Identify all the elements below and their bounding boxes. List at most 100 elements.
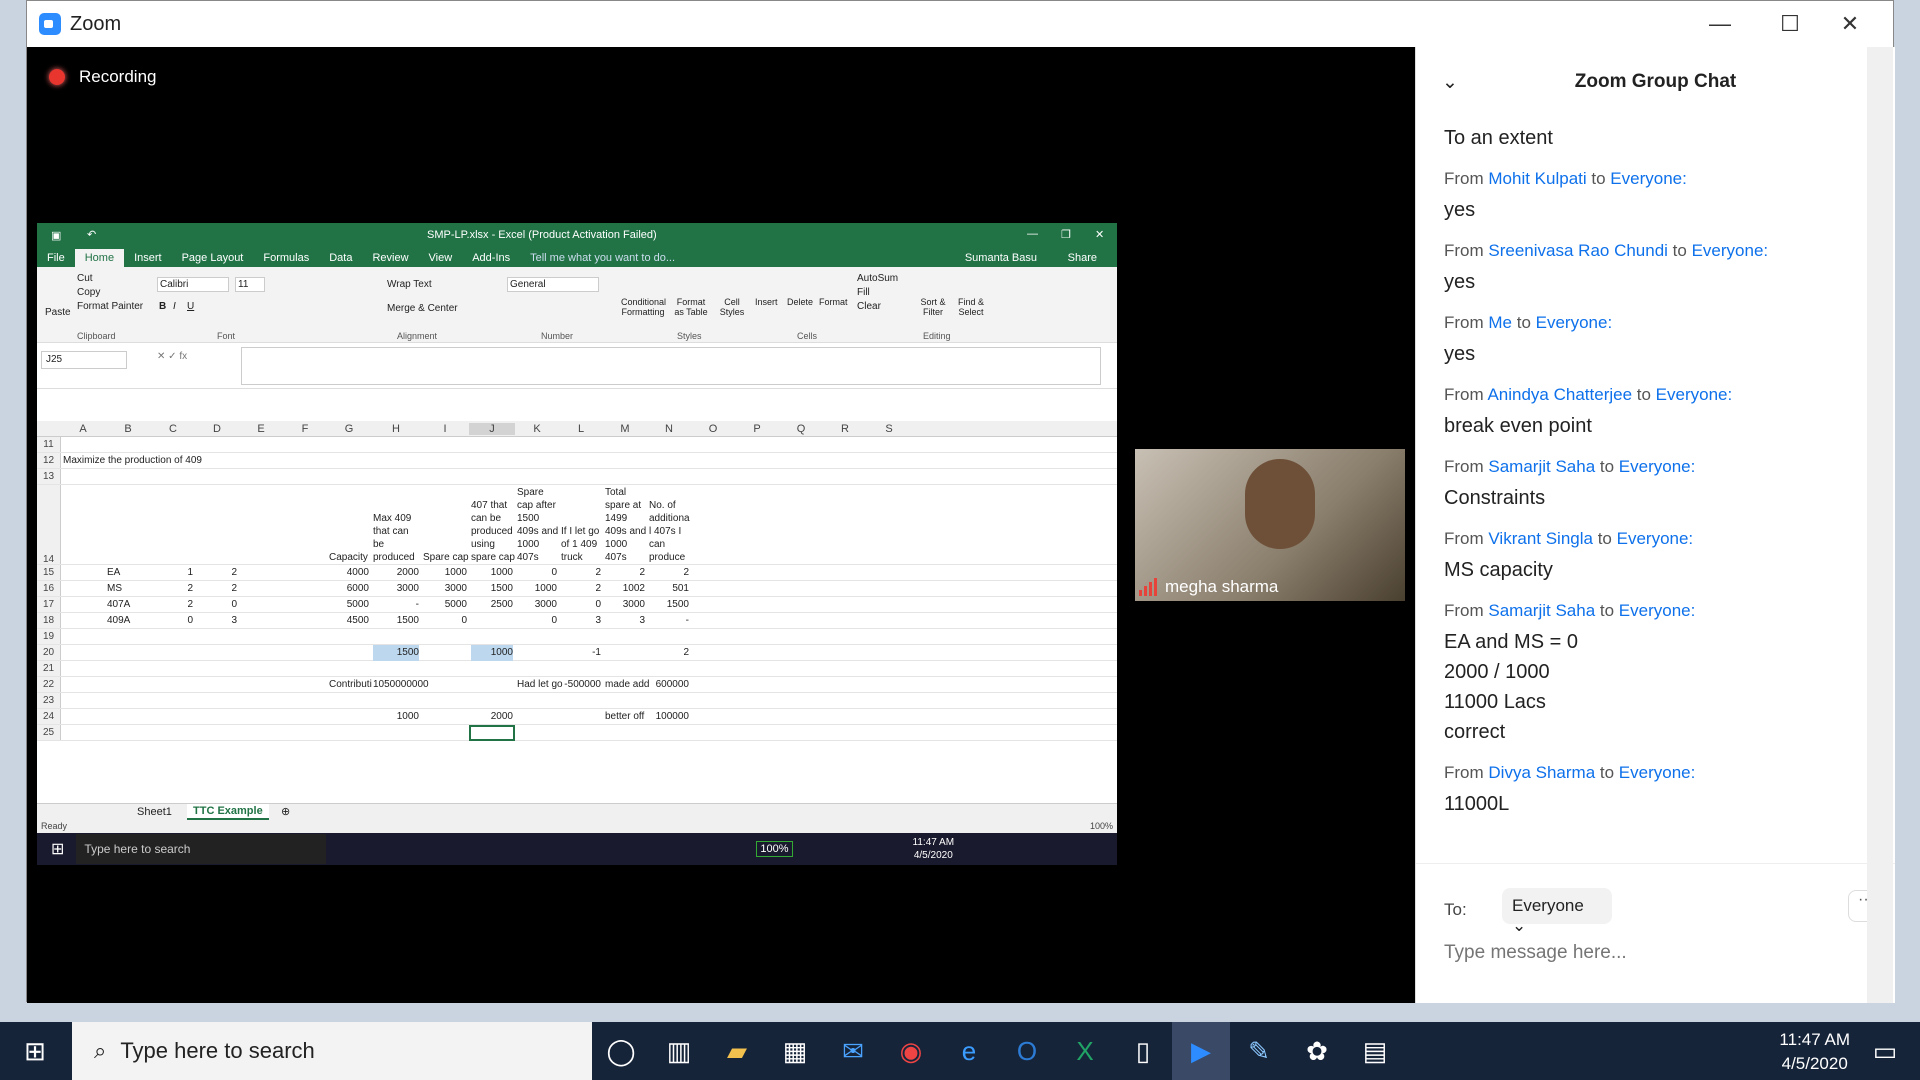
- outlook-icon[interactable]: O: [998, 1022, 1056, 1080]
- grid-cell[interactable]: 5000: [423, 597, 467, 613]
- recipient-name[interactable]: Everyone:: [1656, 385, 1733, 404]
- grid-cell[interactable]: 2: [197, 581, 237, 597]
- participant-video[interactable]: megha sharma: [1135, 449, 1405, 601]
- sender-name[interactable]: Samarjit Saha: [1488, 457, 1595, 476]
- bold-button[interactable]: B: [159, 301, 166, 312]
- format-painter-button[interactable]: Format Painter: [77, 301, 143, 312]
- recipient-name[interactable]: Everyone:: [1617, 529, 1694, 548]
- grid-cell[interactable]: 4500: [329, 613, 369, 629]
- paste-button[interactable]: Paste: [45, 307, 71, 318]
- sender-name[interactable]: Divya Sharma: [1488, 763, 1595, 782]
- grid-cell[interactable]: 4000: [329, 565, 369, 581]
- row-header[interactable]: 22: [37, 677, 61, 692]
- copy-button[interactable]: Copy: [77, 287, 100, 298]
- start-icon[interactable]: ⊞: [6, 1022, 64, 1080]
- row-header[interactable]: 11: [37, 437, 61, 452]
- column-header[interactable]: O: [691, 423, 735, 435]
- grid-cell[interactable]: Contributi: [329, 677, 372, 693]
- excel-restore-button[interactable]: ❐: [1061, 228, 1071, 241]
- number-format-select[interactable]: General: [507, 277, 599, 292]
- sender-name[interactable]: Mohit Kulpati: [1488, 169, 1586, 188]
- grid-cell[interactable]: 1: [153, 565, 193, 581]
- sender-name[interactable]: Vikrant Singla: [1488, 529, 1593, 548]
- grid-cell[interactable]: -: [649, 613, 689, 629]
- cut-button[interactable]: Cut: [77, 273, 93, 284]
- scrollbar[interactable]: [1867, 47, 1893, 1003]
- delete-cells-button[interactable]: Delete: [787, 297, 813, 307]
- clock[interactable]: 11:47 AM 4/5/2020: [1779, 1028, 1850, 1076]
- column-header[interactable]: R: [823, 423, 867, 435]
- column-header[interactable]: J: [469, 423, 515, 435]
- grid-cell[interactable]: 3000: [517, 597, 557, 613]
- grid-cell[interactable]: 600000: [649, 677, 689, 693]
- grid-cell[interactable]: EA: [107, 565, 149, 581]
- column-header[interactable]: P: [735, 423, 779, 435]
- column-header[interactable]: Q: [779, 423, 823, 435]
- message-input[interactable]: [1444, 942, 1844, 964]
- grid-cell[interactable]: 501: [649, 581, 689, 597]
- grid-cell[interactable]: 1000: [471, 645, 513, 661]
- column-header[interactable]: G: [327, 423, 371, 435]
- edge-icon[interactable]: e: [940, 1022, 998, 1080]
- formula-input[interactable]: [241, 347, 1101, 385]
- grid-cell[interactable]: Maximize the production of 409: [63, 453, 202, 469]
- column-header[interactable]: D: [195, 423, 239, 435]
- grid-cell[interactable]: 409A: [107, 613, 149, 629]
- grid-cell[interactable]: 3: [605, 613, 645, 629]
- wrap-text-button[interactable]: Wrap Text: [387, 279, 432, 290]
- grid-cell[interactable]: 1000: [423, 565, 467, 581]
- paint-icon[interactable]: ✿: [1288, 1022, 1346, 1080]
- grid-cell[interactable]: 2: [153, 581, 193, 597]
- column-header[interactable]: A: [61, 423, 105, 435]
- task-view-icon[interactable]: ▥: [650, 1022, 708, 1080]
- grid-cell[interactable]: 2: [561, 565, 601, 581]
- sheet-tab-ttc-example[interactable]: TTC Example: [187, 804, 269, 820]
- tab-insert[interactable]: Insert: [124, 252, 172, 267]
- row-header[interactable]: 13: [37, 469, 61, 484]
- column-header[interactable]: N: [647, 423, 691, 435]
- tab-review[interactable]: Review: [362, 252, 418, 267]
- grid-cell[interactable]: 2: [153, 597, 193, 613]
- grid-cell[interactable]: 1500: [373, 645, 419, 661]
- share-button[interactable]: Share: [1058, 252, 1107, 267]
- tab-view[interactable]: View: [419, 252, 463, 267]
- minimize-button[interactable]: —: [1685, 1, 1755, 47]
- font-name-select[interactable]: Calibri: [157, 277, 229, 292]
- grid-cell[interactable]: Spare cap after 1500 409s and 1000 407s: [517, 486, 559, 564]
- find-select-button[interactable]: Find & Select: [953, 297, 989, 317]
- notes-icon[interactable]: ✎: [1230, 1022, 1288, 1080]
- format-cells-button[interactable]: Format: [819, 297, 848, 307]
- grid-cell[interactable]: 0: [197, 597, 237, 613]
- sheet-tab-sheet1[interactable]: Sheet1: [137, 806, 172, 818]
- grid-cell[interactable]: Max 409 that can be produced: [373, 512, 421, 564]
- grid-cell[interactable]: -500000: [561, 677, 601, 693]
- row-header[interactable]: 24: [37, 709, 61, 724]
- column-header[interactable]: H: [371, 423, 421, 435]
- row-header[interactable]: 15: [37, 565, 61, 580]
- save-icon[interactable]: ▣: [51, 229, 61, 242]
- selected-cell[interactable]: [469, 725, 515, 741]
- taskbar-search[interactable]: ⌕ Type here to search: [72, 1022, 592, 1080]
- grid-cell[interactable]: 100000: [649, 709, 689, 725]
- chrome-icon[interactable]: ◉: [882, 1022, 940, 1080]
- recipient-name[interactable]: Everyone:: [1619, 601, 1696, 620]
- underline-button[interactable]: U: [187, 301, 194, 312]
- row-header[interactable]: 19: [37, 629, 61, 644]
- tab-formulas[interactable]: Formulas: [253, 252, 319, 267]
- grid-cell[interactable]: 407A: [107, 597, 149, 613]
- row-header[interactable]: 25: [37, 725, 61, 740]
- grid-cell[interactable]: 2: [649, 645, 689, 661]
- recording-indicator[interactable]: Recording: [49, 67, 157, 87]
- font-size-select[interactable]: 11: [235, 277, 265, 292]
- row-header[interactable]: 12: [37, 453, 61, 468]
- tab-file[interactable]: File: [37, 252, 75, 267]
- column-header[interactable]: E: [239, 423, 283, 435]
- grid-cell[interactable]: No. of additiona l 407s I can produce: [649, 499, 691, 564]
- recipient-name[interactable]: Everyone:: [1619, 457, 1696, 476]
- grid-cell[interactable]: 1500: [649, 597, 689, 613]
- grid-cell[interactable]: 0: [153, 613, 193, 629]
- tab-add-ins[interactable]: Add-Ins: [462, 252, 520, 267]
- fx-icon[interactable]: ✕ ✓ fx: [157, 351, 187, 362]
- grid-cell[interactable]: -1: [561, 645, 601, 661]
- column-header[interactable]: K: [515, 423, 559, 435]
